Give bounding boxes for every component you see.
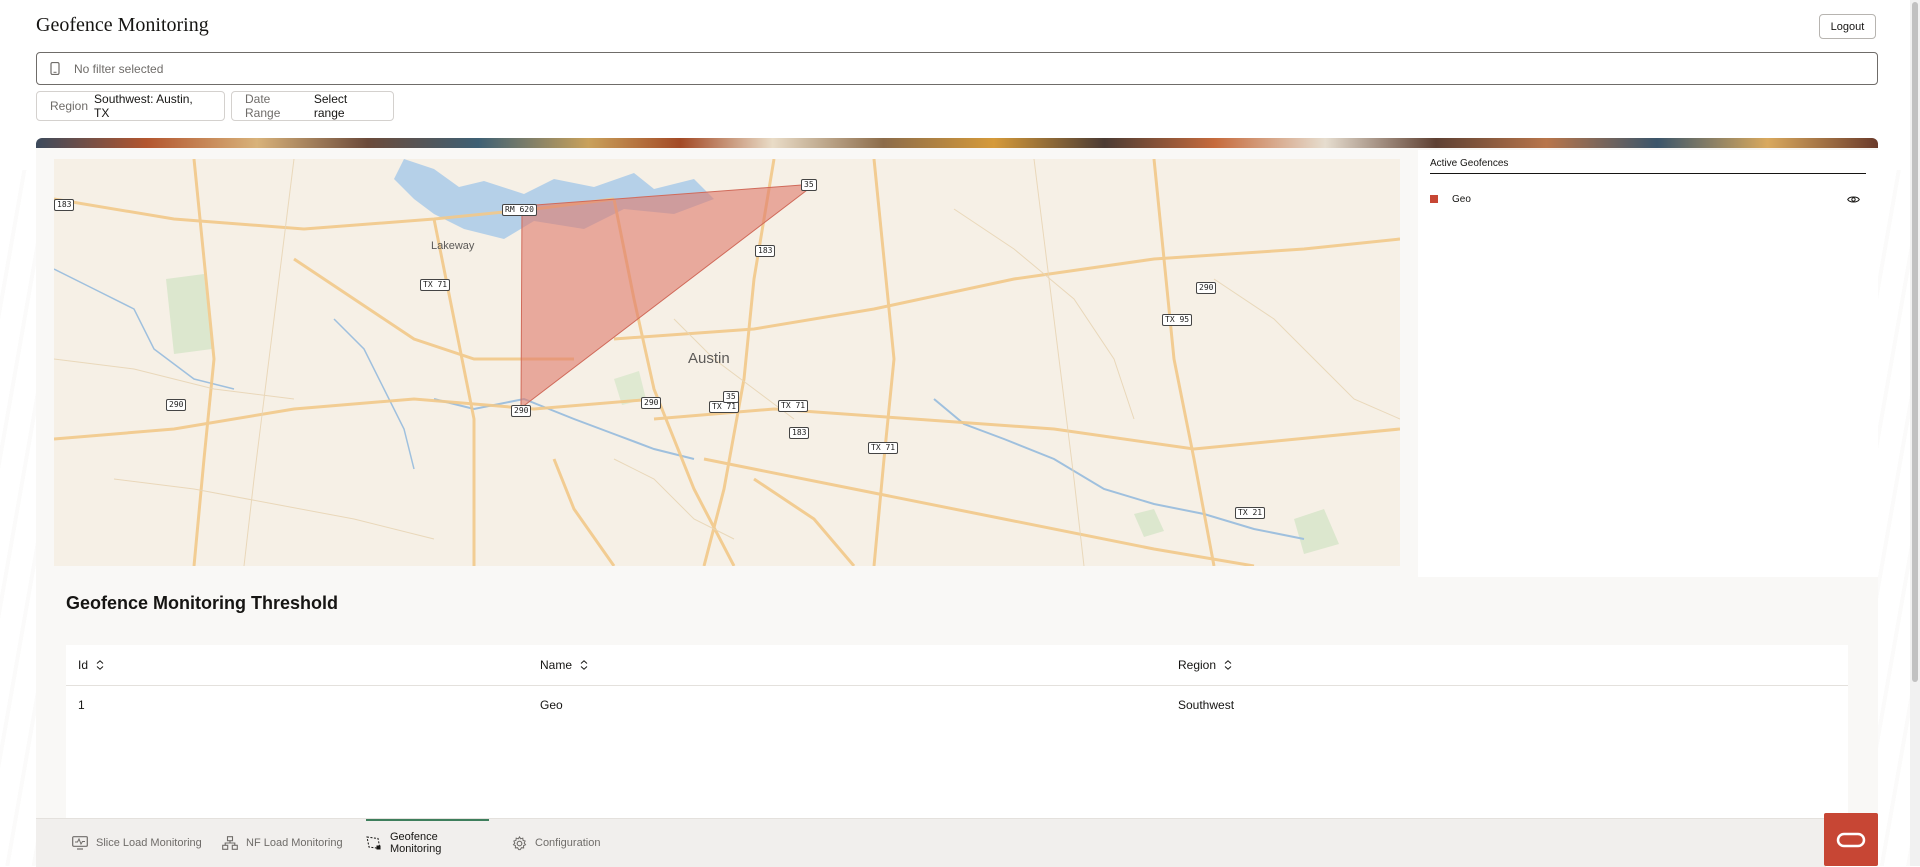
tab-slice-load-monitoring[interactable]: Slice Load Monitoring <box>72 819 202 867</box>
network-icon <box>222 836 238 850</box>
filter-input[interactable]: No filter selected <box>36 52 1878 85</box>
device-icon <box>48 62 62 76</box>
tab-label: Slice Load Monitoring <box>96 837 202 849</box>
table-header: Id Name Region <box>66 645 1848 686</box>
geofence-map[interactable]: Lakeway Austin 183 RM 620 TX 71 290 35 1… <box>54 159 1400 566</box>
road-shield: 290 <box>1196 282 1217 294</box>
map-city-label: Austin <box>688 350 730 367</box>
bottom-navigation: Slice Load Monitoring NF Load Monitoring… <box>36 818 1826 867</box>
geofence-name: Geo <box>1452 193 1471 205</box>
road-shield: RM 620 <box>502 204 537 216</box>
cell-region: Southwest <box>1178 698 1235 712</box>
geofence-color-swatch <box>1430 195 1438 203</box>
sort-icon[interactable] <box>96 660 104 670</box>
filter-placeholder: No filter selected <box>74 61 164 76</box>
column-header-region[interactable]: Region <box>1178 658 1232 672</box>
road-shield: 35 <box>723 391 739 403</box>
geofence-list-item[interactable]: Geo <box>1430 192 1866 206</box>
threshold-table: Id Name Region 1 Geo Southwest <box>66 645 1848 845</box>
road-shield: 183 <box>54 199 75 211</box>
oracle-logo-icon <box>1836 832 1866 847</box>
column-header-name[interactable]: Name <box>540 658 588 672</box>
date-range-chip-label: Date Range <box>245 92 281 120</box>
monitor-icon <box>72 836 88 850</box>
active-geofences-heading: Active Geofences <box>1430 158 1866 174</box>
cell-id: 1 <box>78 698 85 712</box>
tab-geofence-monitoring[interactable]: Geofence Monitoring <box>366 819 489 867</box>
road-shield: 183 <box>755 245 776 257</box>
column-header-label: Id <box>78 658 89 672</box>
road-shield: TX 71 <box>778 400 809 412</box>
tab-nf-load-monitoring[interactable]: NF Load Monitoring <box>222 819 343 867</box>
road-shield: 290 <box>511 405 532 417</box>
sort-icon[interactable] <box>580 660 588 670</box>
region-chip[interactable]: Region Southwest: Austin, TX <box>36 91 225 121</box>
date-range-chip[interactable]: Date Range Select range <box>231 91 394 121</box>
oracle-logo-button[interactable] <box>1824 813 1878 866</box>
region-chip-value: Southwest: Austin, TX <box>94 92 193 120</box>
date-range-chip-value: Select range <box>313 92 348 120</box>
road-shield: TX 95 <box>1162 314 1193 326</box>
column-header-id[interactable]: Id <box>78 658 104 672</box>
tab-label: Geofence Monitoring <box>390 831 442 855</box>
page-title: Geofence Monitoring <box>36 14 209 36</box>
gear-icon <box>512 835 527 851</box>
sort-icon[interactable] <box>1224 660 1232 670</box>
column-header-label: Region <box>1178 658 1217 672</box>
scrollbar-thumb[interactable] <box>1912 2 1918 682</box>
road-shield: 35 <box>801 179 817 191</box>
map-place-label: Lakeway <box>431 240 475 252</box>
page-scrollbar[interactable] <box>1910 0 1920 866</box>
road-shield: 290 <box>166 399 187 411</box>
geofence-icon <box>366 836 382 850</box>
tab-label: Configuration <box>535 837 601 849</box>
tab-label: NF Load Monitoring <box>246 837 343 849</box>
cell-name: Geo <box>540 698 563 712</box>
threshold-title: Geofence Monitoring Threshold <box>66 593 339 613</box>
road-shield: 183 <box>789 427 810 439</box>
tab-configuration[interactable]: Configuration <box>512 819 600 867</box>
table-row[interactable]: 1 Geo Southwest <box>66 685 1848 725</box>
region-chip-label: Region <box>50 99 89 113</box>
road-shield: TX 21 <box>1235 507 1266 519</box>
eye-icon[interactable] <box>1847 195 1860 204</box>
road-shield: 290 <box>641 397 662 409</box>
road-shield: TX 71 <box>420 279 451 291</box>
column-header-label: Name <box>540 658 573 672</box>
logout-button[interactable]: Logout <box>1819 14 1876 39</box>
road-shield: TX 71 <box>868 442 899 454</box>
active-geofences-panel: Active Geofences Geo <box>1418 150 1878 577</box>
decorative-banner <box>36 138 1878 148</box>
